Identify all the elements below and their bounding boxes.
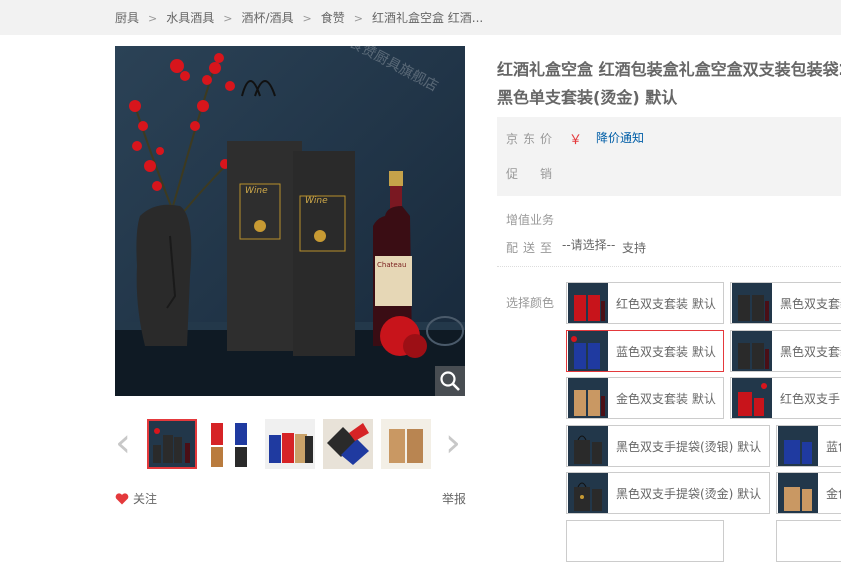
chevron-left-icon[interactable]: ‹ xyxy=(115,423,135,463)
price-box xyxy=(497,117,841,196)
color-option-gold-double[interactable]: 金色双支套装 默认 xyxy=(566,377,724,419)
color-option-black-double[interactable]: 黑色双支套装 xyxy=(730,282,841,324)
option-thumbnail xyxy=(568,426,608,466)
option-label: 金色 xyxy=(826,486,841,501)
product-title-line-1: 红酒礼盒空盒 红酒包装盒礼盒空盒双支装包装袋2 xyxy=(497,60,841,79)
option-label: 黑色双支手提袋(烫金) 默认 xyxy=(616,486,762,501)
follow-label: 关注 xyxy=(133,492,158,506)
chevron-right-icon: > xyxy=(223,12,233,25)
price-notify-link[interactable]: 降价通知 xyxy=(596,129,644,146)
chevron-right-icon[interactable]: › xyxy=(445,423,465,463)
report-link[interactable]: 举报 xyxy=(442,490,466,507)
color-option-black-bag-silver[interactable]: 黑色双支手提袋(烫银) 默认 xyxy=(566,425,770,467)
color-option-gold-bag[interactable]: 金色 xyxy=(776,472,841,514)
color-option-black-bag-gold[interactable]: 黑色双支手提袋(烫金) 默认 xyxy=(566,472,770,514)
product-title: 红酒礼盒空盒 红酒包装盒礼盒空盒双支装包装袋2 黑色单支套装(烫金) 默认 xyxy=(497,56,841,112)
thumbnail-3[interactable] xyxy=(265,419,315,469)
thumbnail-5[interactable] xyxy=(381,419,431,469)
box-logo: Wine xyxy=(305,196,328,206)
color-option-blue-double[interactable]: 蓝色双支套装 默认 xyxy=(566,330,724,372)
option-label: 黑色双支套装 xyxy=(780,296,841,311)
color-option-red-double[interactable]: 红色双支套装 默认 xyxy=(566,282,724,324)
product-photo xyxy=(115,46,465,396)
support-text: 支持 xyxy=(622,241,647,255)
follow-button[interactable]: 关注 xyxy=(115,490,157,507)
breadcrumb-item-kitchenware[interactable]: 厨具 xyxy=(115,11,139,25)
chevron-right-icon: > xyxy=(353,12,363,25)
ship-to-label: 配送至 xyxy=(506,241,558,255)
chevron-right-icon: > xyxy=(148,12,158,25)
breadcrumb: 厨具 > 水具酒具 > 酒杯/酒具 > 食赞 > 红酒礼盒空盒 红酒... xyxy=(115,9,483,26)
breadcrumb-item-product[interactable]: 红酒礼盒空盒 红酒... xyxy=(372,11,483,25)
option-thumbnail xyxy=(568,473,608,513)
color-option-partial-2[interactable] xyxy=(776,520,841,562)
option-thumbnail xyxy=(568,283,608,323)
price-currency: ￥ xyxy=(569,133,583,148)
thumbnail-gallery: ‹ › xyxy=(115,417,467,471)
option-thumbnail xyxy=(568,378,608,418)
thumbnail-1[interactable] xyxy=(147,419,197,469)
price-label: 京东价 xyxy=(506,132,558,146)
breadcrumb-item-brand[interactable]: 食赞 xyxy=(321,11,345,25)
breadcrumb-bar: 厨具 > 水具酒具 > 酒杯/酒具 > 食赞 > 红酒礼盒空盒 红酒... xyxy=(0,0,841,35)
option-thumbnail xyxy=(778,473,818,513)
option-label: 红色双支手 xyxy=(780,391,841,406)
option-thumbnail xyxy=(732,378,772,418)
chevron-right-icon: > xyxy=(302,12,312,25)
breadcrumb-item-drinkware[interactable]: 水具酒具 xyxy=(166,11,214,25)
divider xyxy=(497,266,841,267)
thumbnail-4[interactable] xyxy=(323,419,373,469)
option-label: 红色双支套装 默认 xyxy=(616,296,716,311)
main-product-image[interactable]: 食赞厨具旗舰店 Wine Wine Chateau xyxy=(115,46,465,396)
bottle-label: Chateau xyxy=(377,261,407,269)
value-added-label: 增值业务 xyxy=(506,213,555,227)
color-select-label: 选择颜色 xyxy=(506,296,555,310)
heart-icon xyxy=(115,492,129,504)
magnifier-icon xyxy=(440,371,460,391)
color-option-partial[interactable] xyxy=(566,520,724,562)
option-label: 黑色双支套装 xyxy=(780,344,841,359)
color-option-black-double-2[interactable]: 黑色双支套装 xyxy=(730,330,841,372)
promo-label: 促销 xyxy=(506,167,575,181)
option-label: 蓝色 xyxy=(826,439,841,454)
option-label: 蓝色双支套装 默认 xyxy=(616,344,716,359)
breadcrumb-item-wine-glasses[interactable]: 酒杯/酒具 xyxy=(241,11,293,25)
option-thumbnail xyxy=(732,331,772,371)
color-option-blue-bag[interactable]: 蓝色 xyxy=(776,425,841,467)
product-title-line-2: 黑色单支套装(烫金) 默认 xyxy=(497,88,678,107)
thumbnail-2[interactable] xyxy=(205,419,255,469)
option-label: 黑色双支手提袋(烫银) 默认 xyxy=(616,439,762,454)
option-thumbnail xyxy=(778,426,818,466)
option-thumbnail xyxy=(732,283,772,323)
option-thumbnail xyxy=(568,331,608,371)
region-select[interactable]: --请选择-- xyxy=(562,236,615,253)
option-label: 金色双支套装 默认 xyxy=(616,391,716,406)
color-option-red-bag[interactable]: 红色双支手 xyxy=(730,377,841,419)
zoom-button[interactable] xyxy=(435,366,465,396)
bag-logo: Wine xyxy=(245,186,268,196)
